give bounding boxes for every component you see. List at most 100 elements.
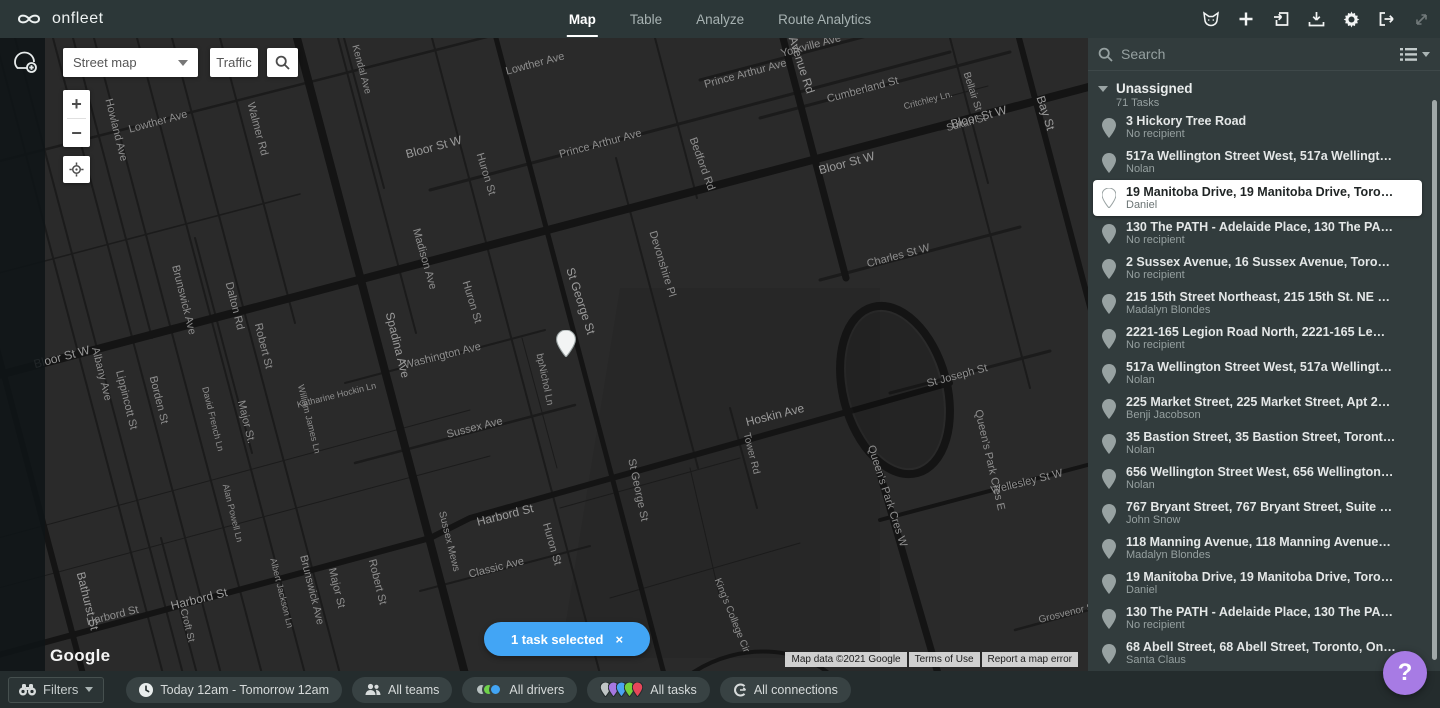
import-icon[interactable] xyxy=(1272,10,1290,28)
filter-pill-all-teams[interactable]: All teams xyxy=(352,677,452,703)
settings-gear-icon[interactable] xyxy=(1342,10,1360,28)
terms-of-use-link[interactable]: Terms of Use xyxy=(909,652,980,667)
search-bar xyxy=(1088,38,1440,71)
map-type-select[interactable]: Street map xyxy=(63,48,198,77)
task-recipient: Daniel xyxy=(1126,199,1393,212)
sidebar-scrollbar[interactable] xyxy=(1432,100,1437,660)
filter-pill-all-tasks[interactable]: All tasks xyxy=(587,677,710,703)
logout-icon[interactable] xyxy=(1377,10,1395,28)
map-task-pin-icon[interactable] xyxy=(556,330,576,362)
task-pins-icon xyxy=(600,682,643,697)
zoom-in-button[interactable]: + xyxy=(63,90,90,118)
resize-icon[interactable] xyxy=(1412,10,1430,28)
map-attribution: Map data ©2021 GoogleTerms of UseReport … xyxy=(785,652,1078,667)
chevron-down-icon xyxy=(85,687,93,692)
filter-pill-today-12am-tomorrow-12am[interactable]: Today 12am - Tomorrow 12am xyxy=(126,677,342,703)
task-row[interactable]: 35 Bastion Street, 35 Bastion Street, To… xyxy=(1088,426,1440,461)
task-row[interactable]: 2 Sussex Avenue, 16 Sussex Avenue, Toro…… xyxy=(1088,251,1440,286)
locate-me-button[interactable] xyxy=(63,156,90,183)
task-pin-icon xyxy=(1102,469,1116,489)
task-list: 3 Hickory Tree RoadNo recipient517a Well… xyxy=(1088,110,1440,708)
task-row[interactable]: 517a Wellington Street West, 517a Wellin… xyxy=(1088,356,1440,391)
task-address: 517a Wellington Street West, 517a Wellin… xyxy=(1126,149,1392,163)
list-view-toggle[interactable] xyxy=(1400,48,1430,61)
search-icon xyxy=(275,55,290,70)
top-navbar: onfleet Map Table Analyze Route Analytics xyxy=(0,0,1440,38)
task-address: 3 Hickory Tree Road xyxy=(1126,114,1246,128)
task-row[interactable]: 130 The PATH - Adelaide Place, 130 The P… xyxy=(1088,216,1440,251)
task-address: 35 Bastion Street, 35 Bastion Street, To… xyxy=(1126,430,1395,444)
map-canvas[interactable]: Lowther AveLowther AveKendal AvePrince A… xyxy=(0,38,1088,708)
task-recipient: No recipient xyxy=(1126,339,1385,352)
task-recipient: Nolan xyxy=(1126,444,1395,457)
task-address: 215 15th Street Northeast, 215 15th St. … xyxy=(1126,290,1390,304)
task-row[interactable]: 19 Manitoba Drive, 19 Manitoba Drive, To… xyxy=(1088,566,1440,601)
task-pin-icon xyxy=(1102,364,1116,384)
filter-pill-all-connections[interactable]: All connections xyxy=(720,677,851,703)
group-name: Unassigned xyxy=(1116,81,1193,96)
task-pin-icon xyxy=(1102,329,1116,349)
task-pin-icon xyxy=(1102,259,1116,279)
onfleet-logo[interactable]: onfleet xyxy=(0,10,300,28)
google-logo[interactable]: Google xyxy=(50,646,110,666)
task-pin-icon xyxy=(1102,574,1116,594)
task-row[interactable]: 19 Manitoba Drive, 19 Manitoba Drive, To… xyxy=(1093,180,1422,216)
task-address: 130 The PATH - Adelaide Place, 130 The P… xyxy=(1126,605,1393,619)
search-input[interactable] xyxy=(1121,46,1400,62)
add-icon[interactable] xyxy=(1237,10,1255,28)
task-recipient: No recipient xyxy=(1126,128,1246,141)
collapse-caret-icon[interactable] xyxy=(1098,86,1108,92)
task-row[interactable]: 225 Market Street, 225 Market Street, Ap… xyxy=(1088,391,1440,426)
task-pin-icon xyxy=(1102,294,1116,314)
task-row[interactable]: 118 Manning Avenue, 118 Manning Avenue…M… xyxy=(1088,531,1440,566)
task-row[interactable]: 215 15th Street Northeast, 215 15th St. … xyxy=(1088,286,1440,321)
tab-table[interactable]: Table xyxy=(628,0,664,38)
map-search-button[interactable] xyxy=(267,48,298,77)
traffic-button[interactable]: Traffic xyxy=(210,48,258,77)
task-row[interactable]: 130 The PATH - Adelaide Place, 130 The P… xyxy=(1088,601,1440,636)
task-recipient: Madalyn Blondes xyxy=(1126,549,1391,562)
task-sidebar: Unassigned 71 Tasks 3 Hickory Tree RoadN… xyxy=(1088,38,1440,708)
map-type-value: Street map xyxy=(73,55,137,70)
task-row[interactable]: 517a Wellington Street West, 517a Wellin… xyxy=(1088,145,1440,180)
tab-map[interactable]: Map xyxy=(567,0,598,38)
tab-route-analytics[interactable]: Route Analytics xyxy=(776,0,873,38)
group-header-unassigned[interactable]: Unassigned 71 Tasks xyxy=(1088,71,1440,115)
list-view-icon xyxy=(1400,48,1417,61)
task-row[interactable]: 3 Hickory Tree RoadNo recipient xyxy=(1088,110,1440,145)
task-pin-icon xyxy=(1102,224,1116,244)
brand-text: onfleet xyxy=(52,10,104,28)
task-address: 2221-165 Legion Road North, 2221-165 Le… xyxy=(1126,325,1385,339)
task-pin-icon xyxy=(1102,609,1116,629)
task-address: 517a Wellington Street West, 517a Wellin… xyxy=(1126,360,1392,374)
connections-icon xyxy=(733,683,747,697)
add-driver-icon[interactable] xyxy=(10,48,40,78)
task-pin-icon xyxy=(1102,153,1116,173)
task-address: 656 Wellington Street West, 656 Wellingt… xyxy=(1126,465,1393,479)
task-recipient: No recipient xyxy=(1126,619,1393,632)
locate-icon xyxy=(69,162,84,177)
pill-label: All connections xyxy=(754,683,838,697)
task-recipient: Daniel xyxy=(1126,584,1393,597)
nav-tabs: Map Table Analyze Route Analytics xyxy=(567,0,873,38)
task-row[interactable]: 767 Bryant Street, 767 Bryant Street, Su… xyxy=(1088,496,1440,531)
task-address: 2 Sussex Avenue, 16 Sussex Avenue, Toro… xyxy=(1126,255,1390,269)
map-streets xyxy=(0,38,1088,708)
task-row[interactable]: 656 Wellington Street West, 656 Wellingt… xyxy=(1088,461,1440,496)
filters-button[interactable]: Filters xyxy=(8,677,104,703)
zoom-out-button[interactable]: − xyxy=(63,119,90,147)
tab-analyze[interactable]: Analyze xyxy=(694,0,746,38)
task-recipient: Nolan xyxy=(1126,163,1392,176)
report-a-map-error-link[interactable]: Report a map error xyxy=(982,652,1078,667)
dispatch-icon[interactable] xyxy=(1202,10,1220,28)
close-icon[interactable]: × xyxy=(615,632,623,647)
task-selected-banner[interactable]: 1 task selected × xyxy=(484,622,650,656)
task-address: 19 Manitoba Drive, 19 Manitoba Drive, To… xyxy=(1126,570,1393,584)
help-button[interactable]: ? xyxy=(1383,651,1427,695)
search-icon xyxy=(1098,47,1113,62)
map-data-credit: Map data ©2021 Google xyxy=(785,652,906,667)
task-row[interactable]: 2221-165 Legion Road North, 2221-165 Le…… xyxy=(1088,321,1440,356)
filter-pill-all-drivers[interactable]: All drivers xyxy=(462,677,577,703)
filter-pills: Today 12am - Tomorrow 12am All teams All d… xyxy=(126,677,851,703)
export-icon[interactable] xyxy=(1307,10,1325,28)
